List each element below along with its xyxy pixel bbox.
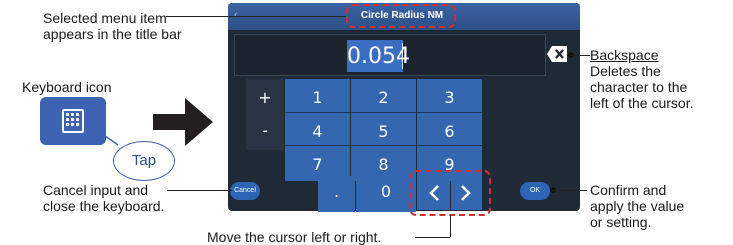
cursor-move-leader-h: [415, 237, 450, 238]
cancel-button[interactable]: Cancel: [230, 182, 260, 200]
backspace-note: Backspace Deletes the character to the l…: [590, 47, 694, 111]
title-bar-leader: [166, 16, 346, 17]
keyboard-icon-label: Keyboard icon: [22, 79, 112, 95]
backspace-leader: [570, 55, 590, 56]
ok-leader: [552, 190, 587, 191]
cancel-note: Cancel input and close the keyboard.: [43, 182, 165, 214]
confirm-note: Confirm and apply the value or setting.: [590, 182, 685, 230]
text-cursor: [402, 43, 403, 69]
ok-button[interactable]: OK: [520, 182, 550, 200]
key-dot[interactable]: .: [318, 176, 355, 212]
back-arrow-icon[interactable]: ‹: [234, 8, 242, 22]
cancel-leader: [167, 190, 232, 191]
title-highlight: [346, 4, 456, 28]
backspace-note-title: Backspace: [590, 47, 659, 63]
arrow-right-icon: [153, 98, 213, 146]
key-minus[interactable]: -: [246, 112, 284, 150]
cursor-move-note: Move the cursor left or right.: [207, 229, 382, 245]
cursor-move-leader-v: [450, 215, 451, 237]
key-0[interactable]: 0: [356, 176, 416, 212]
title-bar-note: Selected menu item appears in the title …: [43, 10, 182, 42]
tap-pointer-icon: [97, 130, 119, 146]
cursor-keys-highlight: [409, 170, 491, 216]
backspace-icon[interactable]: [546, 45, 568, 63]
value-input-text: 0.054: [347, 44, 410, 69]
